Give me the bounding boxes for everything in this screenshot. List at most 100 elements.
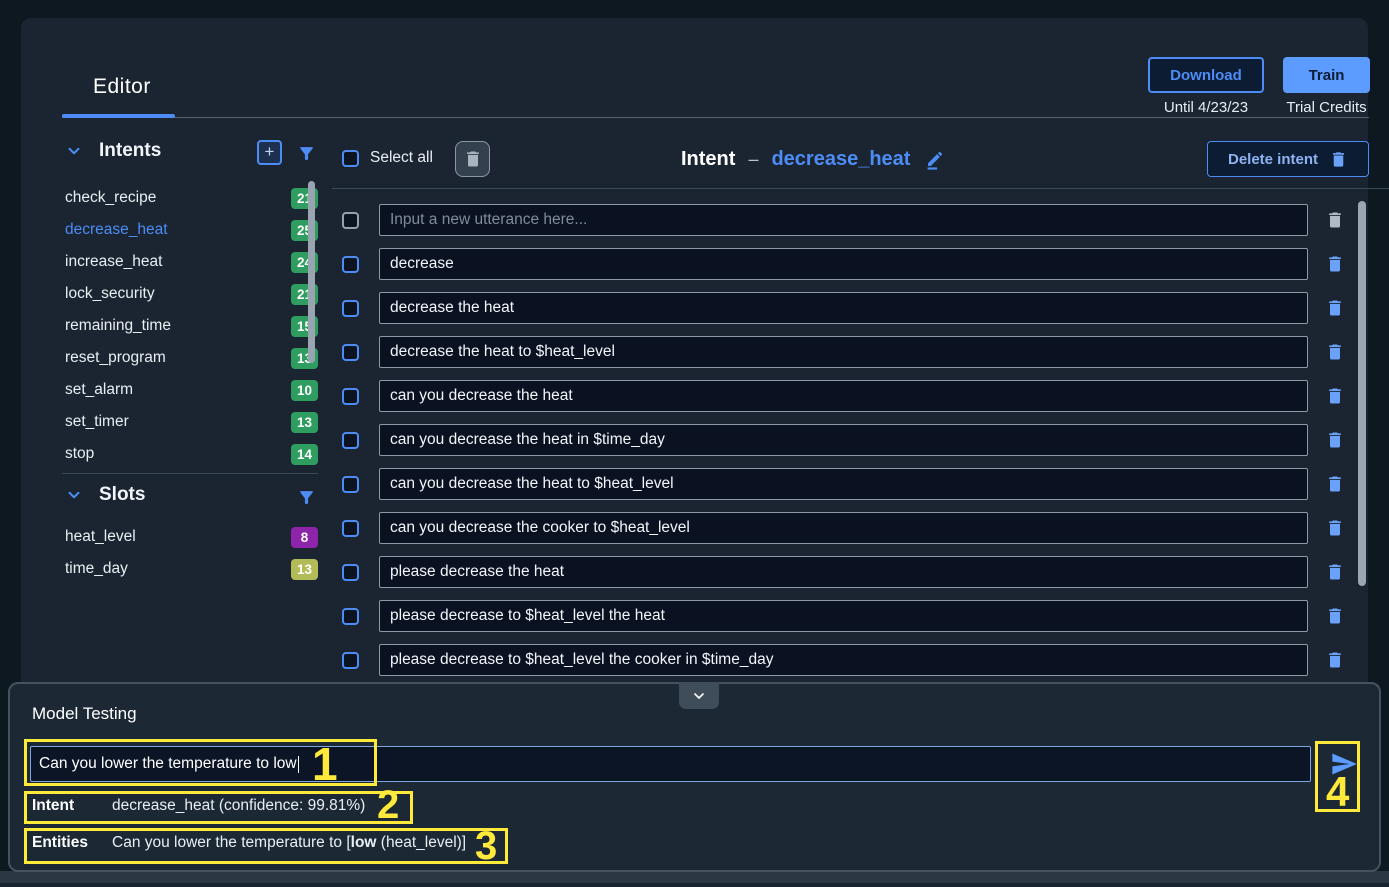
intent-title-prefix: Intent (681, 148, 735, 171)
intent-item-label: increase_heat (65, 253, 162, 271)
trash-icon (1329, 150, 1348, 169)
select-all-label: Select all (370, 149, 433, 167)
utterance-checkbox[interactable] (342, 652, 359, 669)
trash-icon[interactable] (1325, 210, 1345, 230)
trash-icon[interactable] (1325, 474, 1345, 494)
intent-item-label: remaining_time (65, 317, 171, 335)
utterance-input[interactable] (379, 600, 1308, 632)
intent-item-label: lock_security (65, 285, 155, 303)
slot-item-label: heat_level (65, 528, 136, 546)
slots-list: heat_level8time_day13 (65, 521, 318, 585)
tab-editor[interactable]: Editor (93, 75, 151, 99)
sidebar-item-lock_security[interactable]: lock_security21 (65, 278, 318, 310)
trash-icon[interactable] (1325, 430, 1345, 450)
utterance-row (342, 336, 1345, 368)
utterance-input[interactable] (379, 512, 1308, 544)
intent-item-label: reset_program (65, 349, 166, 367)
utterance-input[interactable] (379, 380, 1308, 412)
utterance-input[interactable] (379, 468, 1308, 500)
utterance-checkbox[interactable] (342, 476, 359, 493)
chevron-down-icon[interactable] (65, 486, 83, 504)
filter-intents-icon[interactable] (297, 144, 316, 163)
utterance-input[interactable] (379, 292, 1308, 324)
intent-item-label: check_recipe (65, 189, 156, 207)
test-utterance-input[interactable]: Can you lower the temperature to low (30, 746, 1311, 782)
utterance-input[interactable] (379, 556, 1308, 588)
utterance-input[interactable] (379, 644, 1308, 676)
edit-intent-name-icon[interactable] (923, 147, 947, 171)
intent-title: Intent – decrease_heat (681, 144, 947, 174)
tab-active-indicator (62, 114, 175, 118)
utterance-input[interactable] (379, 248, 1308, 280)
download-button[interactable]: Download (1148, 57, 1264, 93)
utterance-input[interactable] (379, 336, 1308, 368)
trash-icon[interactable] (1325, 298, 1345, 318)
select-all-checkbox[interactable] (342, 150, 359, 167)
bulk-delete-button[interactable] (455, 141, 490, 177)
utterance-checkbox[interactable] (342, 388, 359, 405)
result-intent-label: Intent (32, 797, 112, 815)
sidebar-item-reset_program[interactable]: reset_program13 (65, 342, 318, 374)
collapse-panel-button[interactable] (679, 682, 719, 709)
chevron-down-icon[interactable] (65, 142, 83, 160)
train-button[interactable]: Train (1283, 57, 1370, 93)
result-entities-value: Can you lower the temperature to [low (h… (112, 834, 466, 852)
trash-icon[interactable] (1325, 650, 1345, 670)
download-subtext: Until 4/23/23 (1148, 99, 1264, 116)
utterance-row (342, 512, 1345, 544)
new-utterance-row (342, 204, 1345, 236)
model-testing-panel: Model Testing Can you lower the temperat… (8, 682, 1381, 872)
trash-icon[interactable] (1325, 518, 1345, 538)
trash-icon[interactable] (1325, 386, 1345, 406)
sidebar-item-increase_heat[interactable]: increase_heat24 (65, 246, 318, 278)
trash-icon[interactable] (1325, 606, 1345, 626)
tabs-divider (62, 117, 1369, 118)
utterance-checkbox[interactable] (342, 608, 359, 625)
filter-slots-icon[interactable] (297, 488, 316, 507)
sidebar-item-set_alarm[interactable]: set_alarm 10 (65, 374, 318, 406)
intent-item-label: set_alarm (65, 381, 133, 399)
sidebar-item-heat_level[interactable]: heat_level8 (65, 521, 318, 553)
utterance-input[interactable] (379, 424, 1308, 456)
utterance-list-scrollbar[interactable] (1358, 201, 1366, 586)
utterance-row (342, 468, 1345, 500)
sidebar-item-time_day[interactable]: time_day13 (65, 553, 318, 585)
utterance-checkbox[interactable] (342, 212, 359, 229)
utterance-row (342, 556, 1345, 588)
utterance-checkbox[interactable] (342, 432, 359, 449)
slots-section-header: Slots (65, 484, 145, 506)
intent-count-badge: 10 (291, 380, 318, 401)
trash-icon[interactable] (1325, 342, 1345, 362)
sidebar-item-check_recipe[interactable]: check_recipe21 (65, 182, 318, 214)
result-entities-label: Entities (32, 834, 112, 852)
add-intent-button[interactable]: + (257, 140, 282, 165)
utterance-checkbox[interactable] (342, 564, 359, 581)
intent-item-label: stop (65, 445, 94, 463)
utterance-list (342, 204, 1345, 732)
slot-item-label: time_day (65, 560, 128, 578)
intents-title: Intents (99, 140, 161, 162)
sidebar-scrollbar[interactable] (308, 181, 315, 363)
utterance-checkbox[interactable] (342, 300, 359, 317)
utterance-checkbox[interactable] (342, 256, 359, 273)
select-all-control: Select all (342, 149, 433, 167)
send-icon[interactable] (1328, 750, 1360, 778)
sidebar-item-set_timer[interactable]: set_timer13 (65, 406, 318, 438)
delete-intent-button[interactable]: Delete intent (1207, 141, 1369, 177)
utterance-row (342, 380, 1345, 412)
utterance-row (342, 292, 1345, 324)
new-utterance-input[interactable] (379, 204, 1308, 236)
trash-icon[interactable] (1325, 254, 1345, 274)
sidebar-item-stop[interactable]: stop14 (65, 438, 318, 470)
sidebar-item-remaining_time[interactable]: remaining_time15 (65, 310, 318, 342)
intent-item-label: decrease_heat (65, 221, 168, 239)
trash-icon[interactable] (1325, 562, 1345, 582)
utterance-checkbox[interactable] (342, 520, 359, 537)
utterance-checkbox[interactable] (342, 344, 359, 361)
result-entities-row: Entities Can you lower the temperature t… (32, 834, 466, 852)
intent-count-badge: 13 (291, 412, 318, 433)
result-intent-row: Intent decrease_heat (confidence: 99.81%… (32, 797, 365, 815)
sidebar-item-decrease_heat[interactable]: decrease_heat25 (65, 214, 318, 246)
result-intent-value: decrease_heat (confidence: 99.81%) (112, 797, 365, 815)
slots-title: Slots (99, 484, 145, 506)
